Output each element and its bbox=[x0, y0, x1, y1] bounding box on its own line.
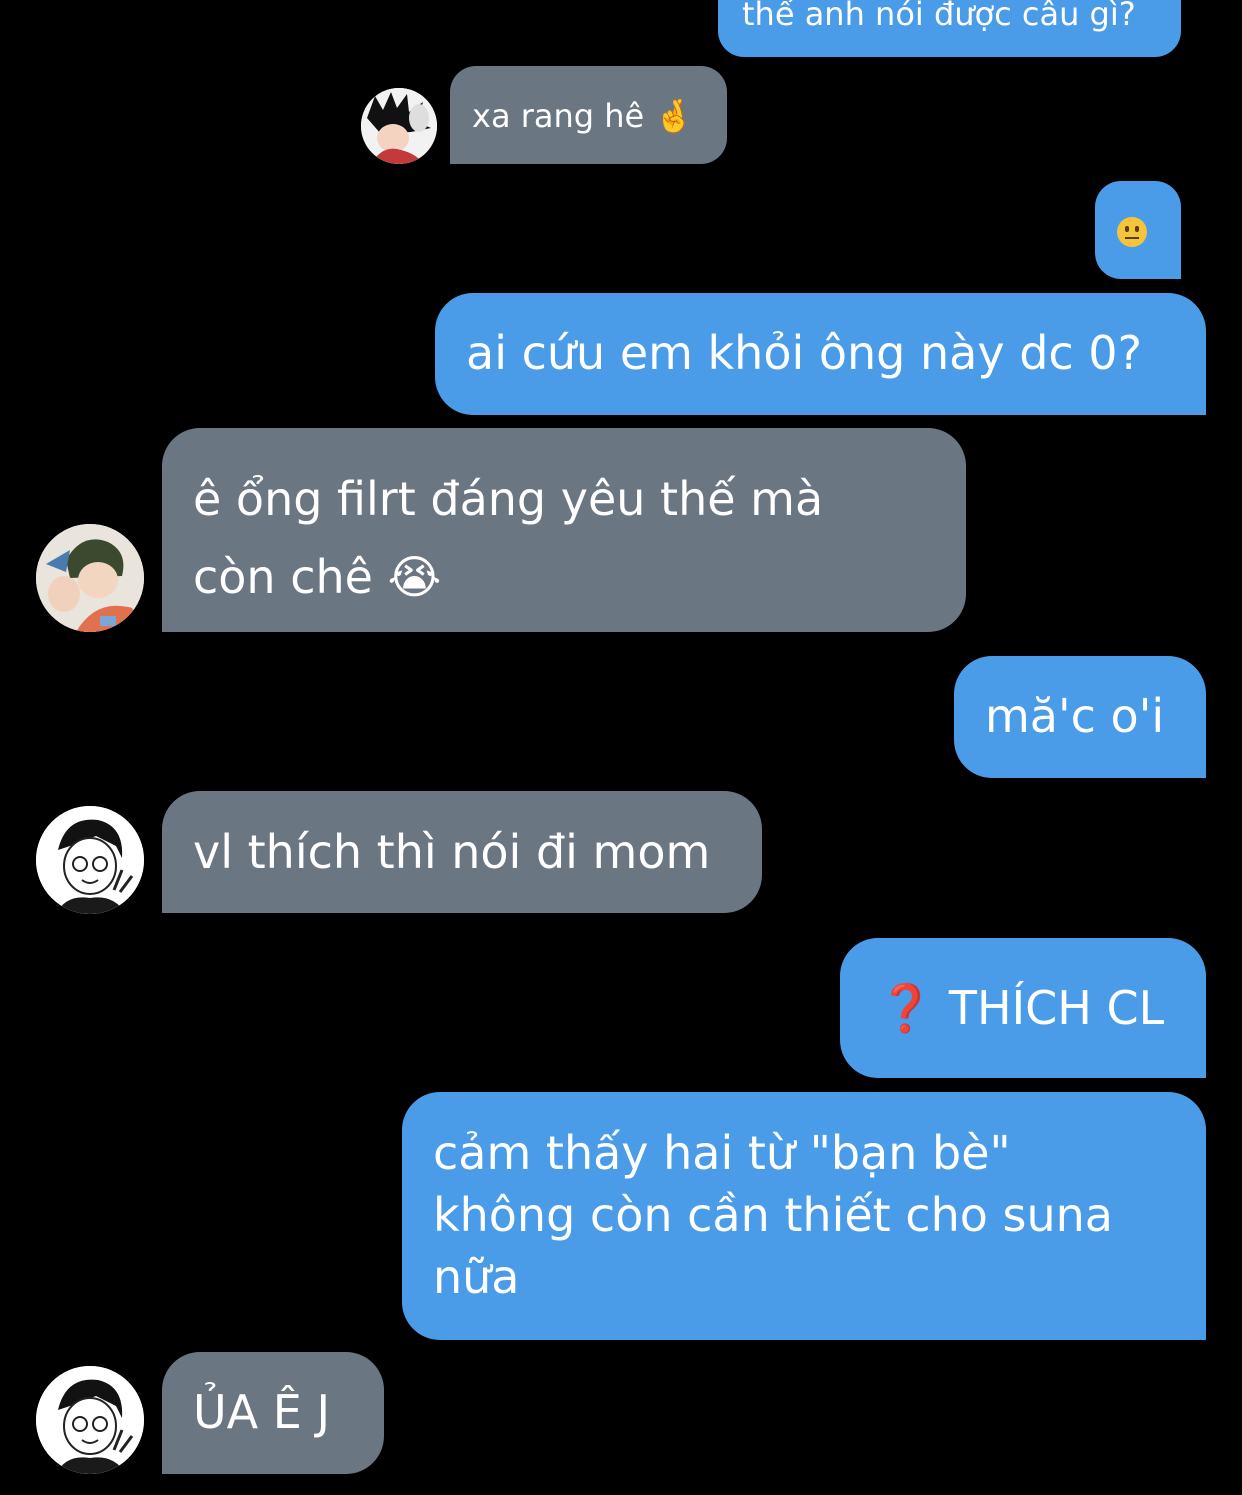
message-text-line: không còn cần thiết cho suna bbox=[433, 1188, 1113, 1242]
message-bubble-incoming[interactable]: xa rang hê 🤞 bbox=[450, 66, 727, 164]
message-bubble-incoming[interactable]: ê ổng filrt đáng yêu thế mà còn chê 😭 bbox=[162, 428, 966, 632]
avatar-image bbox=[36, 806, 144, 914]
neutral-face-emoji-icon bbox=[1117, 217, 1147, 247]
avatar-image bbox=[36, 524, 144, 632]
message-bubble-outgoing[interactable]: thế anh nói được câu gì? bbox=[718, 0, 1181, 57]
message-bubble-outgoing[interactable]: mă'c o'i bbox=[954, 656, 1206, 778]
message-text-line: còn chê 😭 bbox=[193, 550, 442, 604]
message-text: thế anh nói được câu gì? bbox=[742, 0, 1136, 33]
message-text: ai cứu em khỏi ông này dc 0? bbox=[466, 326, 1142, 380]
message-bubble-outgoing[interactable]: ❓ THÍCH CL bbox=[840, 938, 1206, 1078]
chat-screen: { "colors": { "background": "#000000", "… bbox=[0, 0, 1242, 1495]
avatar-green-hair[interactable] bbox=[36, 524, 144, 632]
message-bubble-incoming[interactable]: vl thích thì nói đi mom bbox=[162, 791, 762, 913]
avatar-spiky-hair[interactable] bbox=[361, 88, 437, 164]
message-bubble-outgoing[interactable]: ai cứu em khỏi ông này dc 0? bbox=[435, 293, 1206, 415]
message-text-line: cảm thấy hai từ "bạn bè" bbox=[433, 1126, 1011, 1180]
message-bubble-incoming[interactable]: ỦA Ê J bbox=[162, 1352, 384, 1474]
message-text-line: ê ổng filrt đáng yêu thế mà bbox=[193, 472, 824, 526]
message-text: vl thích thì nói đi mom bbox=[193, 825, 711, 879]
avatar-image bbox=[36, 1366, 144, 1474]
message-text-line: nữa bbox=[433, 1250, 520, 1304]
avatar-glasses-peace[interactable] bbox=[36, 1366, 144, 1474]
avatar-glasses-peace[interactable] bbox=[36, 806, 144, 914]
message-bubble-outgoing[interactable] bbox=[1095, 181, 1181, 279]
avatar-image bbox=[361, 88, 437, 164]
message-bubble-outgoing[interactable]: cảm thấy hai từ "bạn bè" không còn cần t… bbox=[402, 1092, 1206, 1340]
message-text: ỦA Ê J bbox=[193, 1385, 331, 1439]
message-text: ❓ THÍCH CL bbox=[877, 981, 1165, 1035]
message-text: xa rang hê 🤞 bbox=[472, 97, 695, 135]
message-text: mă'c o'i bbox=[985, 689, 1165, 743]
